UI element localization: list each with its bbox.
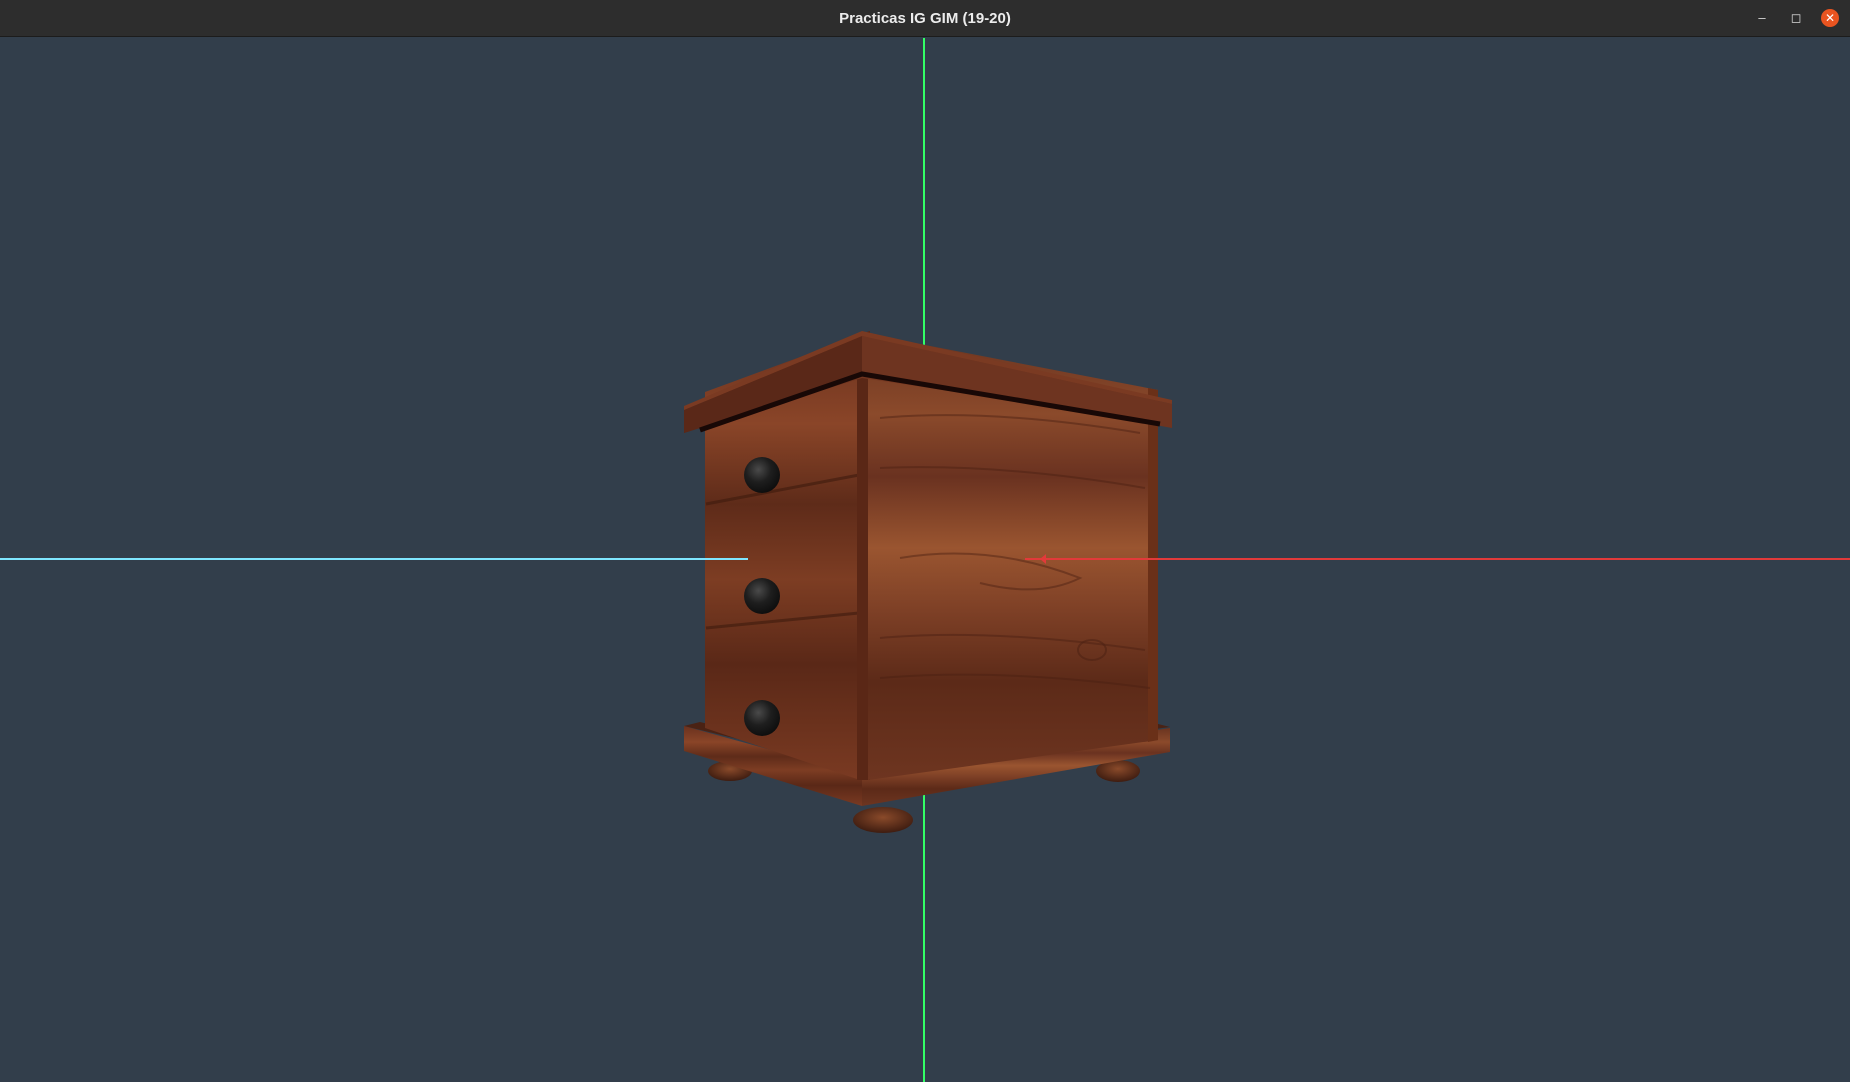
drawer-knob-top[interactable] bbox=[744, 457, 780, 493]
foot-front bbox=[853, 807, 913, 833]
minimize-button[interactable]: – bbox=[1753, 9, 1771, 27]
app-window: Practicas IG GIM (19-20) – ◻ ✕ bbox=[0, 0, 1850, 1082]
drawer-knob-middle[interactable] bbox=[744, 578, 780, 614]
maximize-button[interactable]: ◻ bbox=[1787, 9, 1805, 27]
close-button[interactable]: ✕ bbox=[1821, 9, 1839, 27]
opengl-viewport[interactable] bbox=[0, 38, 1850, 1082]
scene-canvas bbox=[0, 38, 1850, 1082]
drawer-knob-bottom[interactable] bbox=[744, 700, 780, 736]
window-title: Practicas IG GIM (19-20) bbox=[839, 10, 1011, 27]
title-bar[interactable]: Practicas IG GIM (19-20) – ◻ ✕ bbox=[0, 0, 1850, 37]
